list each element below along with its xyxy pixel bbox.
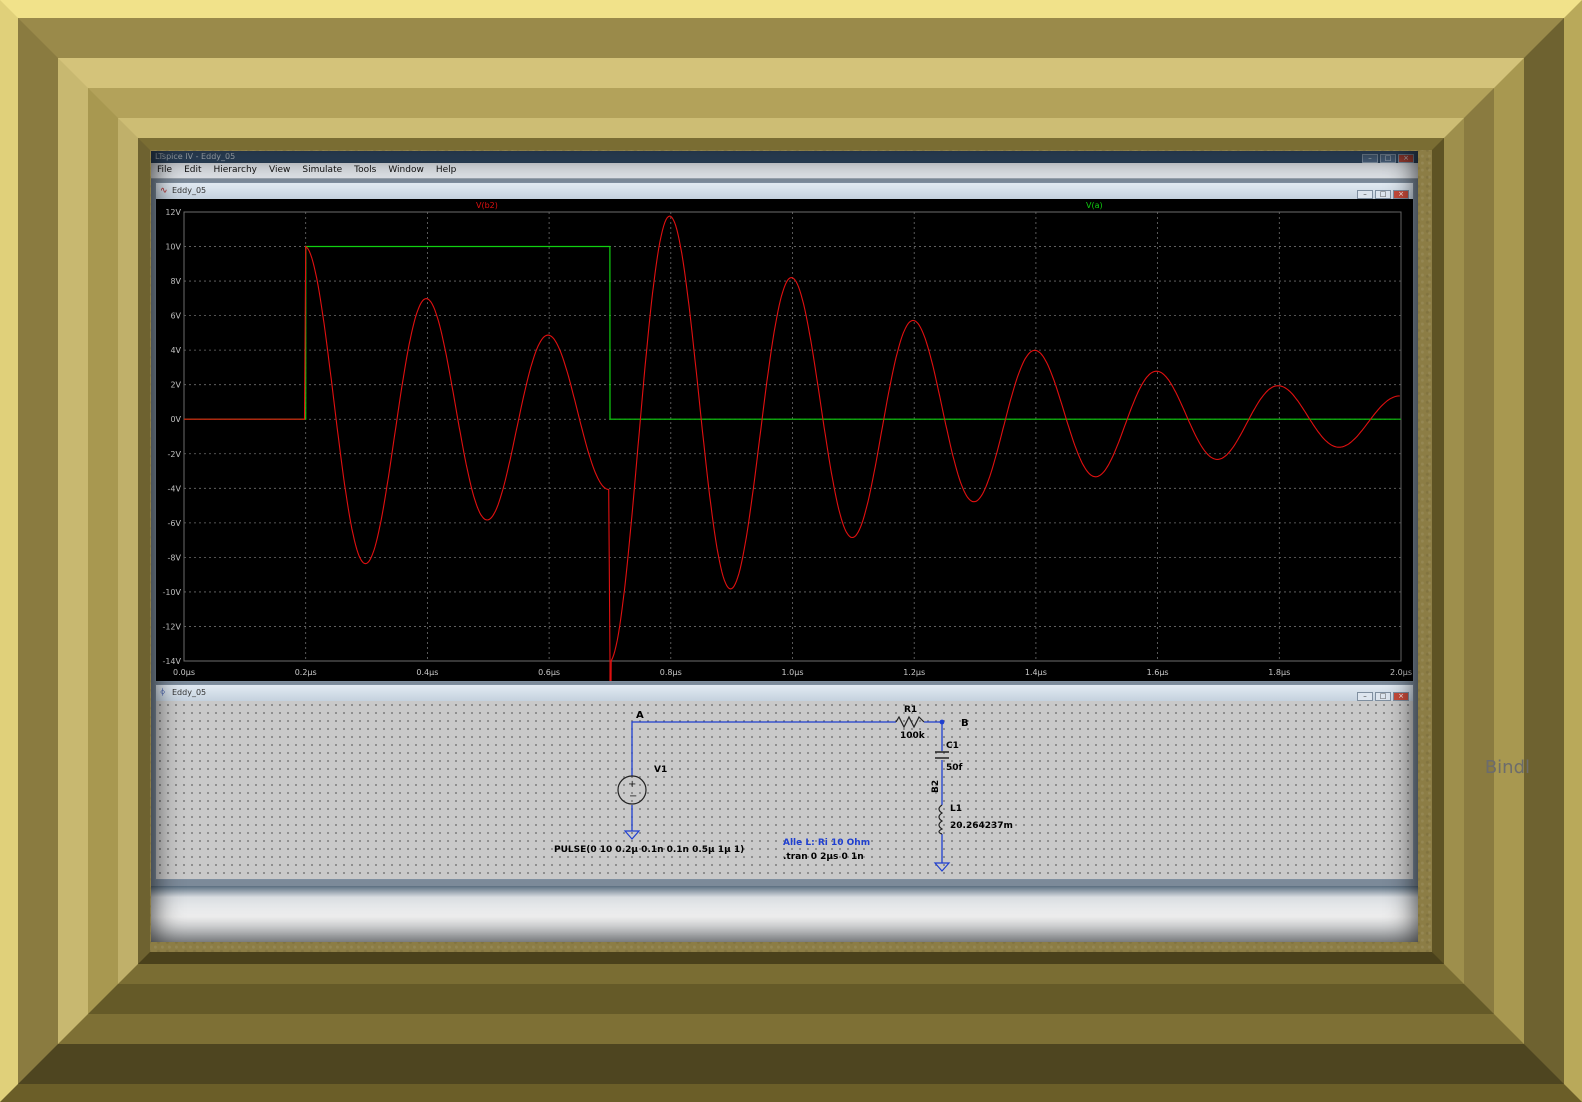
schematic-window[interactable]: ᛄ Eddy_05 – □ × + − A B R1 100k C1 50f B… — [155, 684, 1414, 880]
svg-text:−: − — [629, 791, 637, 802]
l1-name[interactable]: L1 — [950, 804, 962, 814]
x-tick-label: 0.6µs — [538, 668, 560, 677]
y-tick-label: 10V — [165, 243, 181, 252]
y-tick-label: 12V — [165, 208, 181, 217]
junction-dot — [939, 719, 945, 725]
resistor-r1[interactable] — [895, 715, 925, 729]
node-label-b[interactable]: B — [961, 718, 969, 729]
wire-a-to-r1[interactable] — [631, 721, 896, 769]
x-tick-label: 1.2µs — [903, 668, 925, 677]
voltage-source-v1[interactable]: + − — [617, 769, 647, 805]
x-tick-label: 1.6µs — [1147, 668, 1169, 677]
spice-directive[interactable]: .tran 0 2µs 0 1n — [783, 852, 864, 862]
menu-tools[interactable]: Tools — [348, 163, 382, 178]
plot-window-titlebar[interactable]: ∿ Eddy_05 – □ × — [156, 183, 1413, 199]
menu-simulate[interactable]: Simulate — [296, 163, 348, 178]
svg-text:+: + — [628, 779, 636, 790]
schematic-drawing[interactable]: + − A B R1 100k C1 50f B2 L1 20.264237m … — [156, 701, 1413, 879]
y-tick-label: 4V — [170, 346, 181, 355]
plot-background — [156, 199, 1413, 681]
close-icon[interactable]: × — [1393, 692, 1409, 701]
node-label-a[interactable]: A — [636, 710, 644, 721]
schematic-canvas[interactable]: + − A B R1 100k C1 50f B2 L1 20.264237m … — [156, 701, 1413, 879]
y-tick-label: -14V — [162, 657, 181, 666]
y-tick-label: -12V — [162, 622, 181, 631]
capacitor-c1[interactable] — [935, 751, 949, 759]
ground-symbol-v1 — [623, 830, 641, 840]
b2-label[interactable]: B2 — [931, 780, 941, 793]
minimize-icon[interactable]: – — [1357, 692, 1373, 701]
menu-window[interactable]: Window — [382, 163, 430, 178]
r1-value[interactable]: 100k — [900, 731, 926, 741]
artist-signature: Bindl — [1484, 757, 1530, 778]
ground-symbol-l1 — [933, 862, 951, 872]
waveform-plot[interactable]: 12V 10V 8V 6V 4V 2V 0V -2V -4V -6V -8V -10V -12V -14V… — [156, 199, 1413, 681]
screen: LTspice IV - Eddy_05 – □ × File Edit Hierarc… — [151, 151, 1418, 942]
plot-window[interactable]: ∿ Eddy_05 – □ × 12V 10V 8V 6V 4V 2V 0V -2V -4V -6V -… — [155, 182, 1414, 682]
trace-label-vb2[interactable]: V(b2) — [476, 201, 498, 210]
c1-value[interactable]: 50f — [946, 763, 963, 773]
y-tick-label: 2V — [170, 381, 181, 390]
x-tick-label: 0.8µs — [660, 668, 682, 677]
menu-edit[interactable]: Edit — [178, 163, 207, 178]
x-tick-label: 0.2µs — [295, 668, 317, 677]
app-titlebar: LTspice IV - Eddy_05 – □ × — [151, 151, 1418, 163]
x-tick-label: 1.4µs — [1025, 668, 1047, 677]
menubar: File Edit Hierarchy View Simulate Tools Window… — [151, 163, 1418, 179]
restore-icon[interactable]: □ — [1375, 190, 1391, 199]
menu-file[interactable]: File — [151, 163, 178, 178]
menu-view[interactable]: View — [263, 163, 296, 178]
y-tick-label: 6V — [170, 312, 181, 321]
x-tick-label: 0.4µs — [416, 668, 438, 677]
y-tick-label: -8V — [168, 553, 182, 562]
waveform-icon: ∿ — [160, 186, 168, 196]
inductor-l1[interactable] — [938, 804, 944, 835]
y-tick-label: 0V — [170, 415, 181, 424]
minimize-icon[interactable]: – — [1357, 190, 1373, 199]
y-tick-label: 8V — [170, 277, 181, 286]
schematic-window-titlebar[interactable]: ᛄ Eddy_05 – □ × — [156, 685, 1413, 701]
c1-name[interactable]: C1 — [946, 741, 959, 751]
schematic-icon: ᛄ — [160, 688, 166, 698]
maximize-icon[interactable]: □ — [1380, 154, 1396, 163]
menu-help[interactable]: Help — [430, 163, 463, 178]
x-tick-label: 1.8µs — [1268, 668, 1290, 677]
close-icon[interactable]: × — [1393, 190, 1409, 199]
y-tick-label: -4V — [168, 484, 182, 493]
r1-name[interactable]: R1 — [904, 705, 917, 715]
minimize-icon[interactable]: – — [1362, 154, 1378, 163]
app-title: LTspice IV - Eddy_05 — [155, 152, 236, 161]
y-tick-label: -2V — [168, 450, 182, 459]
schematic-window-title: Eddy_05 — [172, 688, 207, 697]
y-tick-label: -6V — [168, 519, 182, 528]
restore-icon[interactable]: □ — [1375, 692, 1391, 701]
v1-value[interactable]: PULSE(0 10 0.2µ 0.1n 0.1n 0.5µ 1µ 1) — [554, 845, 744, 855]
menu-hierarchy[interactable]: Hierarchy — [208, 163, 264, 178]
x-tick-label: 2.0µs — [1390, 668, 1412, 677]
desktop-bottom — [151, 886, 1418, 942]
v1-name[interactable]: V1 — [654, 765, 667, 775]
trace-label-va[interactable]: V(a) — [1086, 201, 1103, 210]
x-tick-label: 0.0µs — [173, 668, 195, 677]
close-icon[interactable]: × — [1398, 154, 1414, 163]
plot-window-title: Eddy_05 — [172, 186, 207, 195]
y-tick-label: -10V — [162, 588, 181, 597]
comment-text[interactable]: Alle L: Ri 10 Ohm — [783, 838, 870, 848]
x-tick-label: 1.0µs — [782, 668, 804, 677]
l1-value[interactable]: 20.264237m — [950, 821, 1013, 831]
